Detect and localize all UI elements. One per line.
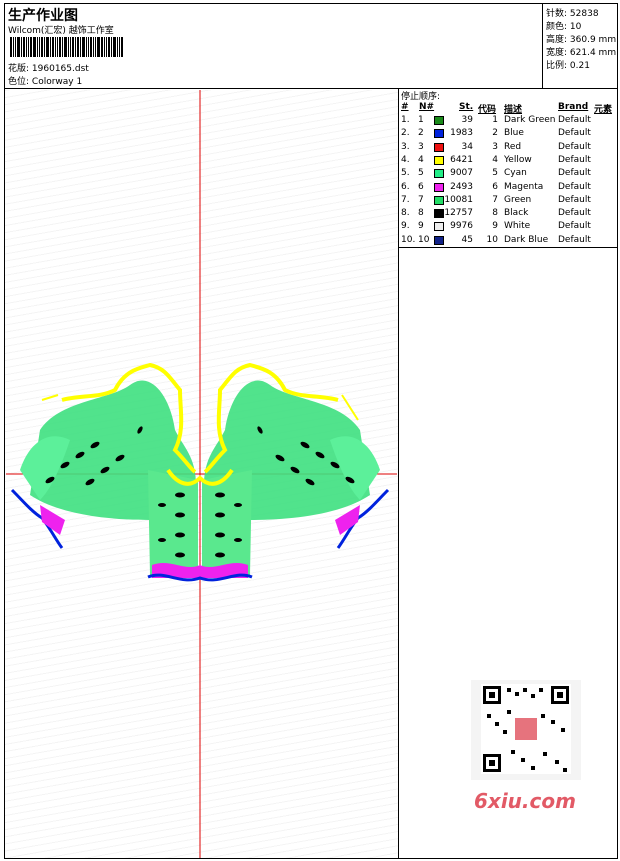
center-right-panel — [202, 470, 252, 575]
qr-code — [471, 680, 581, 780]
watermark-text: 6xiu.com — [474, 789, 576, 813]
left-cuff-magenta — [40, 505, 65, 535]
center-left-panel — [148, 470, 198, 575]
right-cuff-magenta — [335, 505, 360, 535]
